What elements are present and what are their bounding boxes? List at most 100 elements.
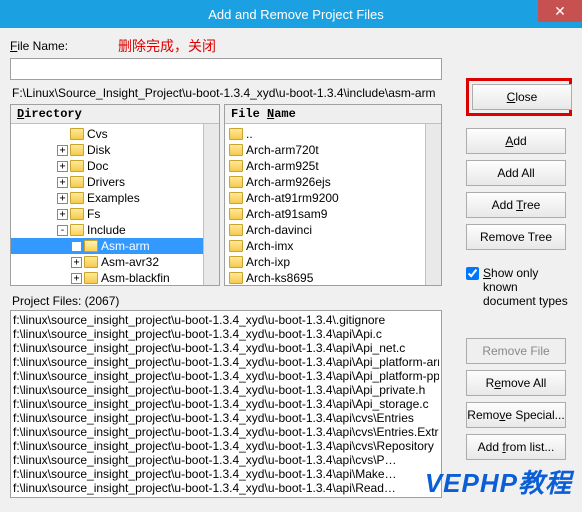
- file-item-label: Arch-arm926ejs: [246, 175, 331, 189]
- tree-item[interactable]: Cvs: [11, 126, 203, 142]
- file-item-label: Arch-imx: [246, 239, 293, 253]
- close-button[interactable]: Close: [472, 84, 572, 110]
- project-file-item[interactable]: f:\linux\source_insight_project\u-boot-1…: [13, 453, 439, 467]
- file-scrollbar[interactable]: [425, 124, 441, 285]
- project-file-item[interactable]: f:\linux\source_insight_project\u-boot-1…: [13, 327, 439, 341]
- project-file-item[interactable]: f:\linux\source_insight_project\u-boot-1…: [13, 397, 439, 411]
- show-known-types-checkbox[interactable]: [466, 267, 479, 280]
- expand-icon[interactable]: +: [57, 209, 68, 220]
- expand-icon[interactable]: +: [71, 257, 82, 268]
- folder-icon: [70, 192, 84, 204]
- watermark: VEPHP教程: [425, 463, 572, 500]
- folder-icon: [229, 144, 243, 156]
- tree-item-label: Examples: [87, 191, 140, 205]
- project-files-list[interactable]: f:\linux\source_insight_project\u-boot-1…: [10, 310, 442, 498]
- file-header[interactable]: File Name: [225, 105, 441, 124]
- annotation-text: 删除完成，关闭: [118, 36, 216, 56]
- file-item-label: Arch-arm925t: [246, 159, 319, 173]
- project-file-item[interactable]: f:\linux\source_insight_project\u-boot-1…: [13, 467, 439, 481]
- file-item[interactable]: Arch-at91rm9200: [225, 190, 425, 206]
- project-file-item[interactable]: f:\linux\source_insight_project\u-boot-1…: [13, 425, 439, 439]
- close-highlight: Close: [466, 78, 572, 116]
- project-file-item[interactable]: f:\linux\source_insight_project\u-boot-1…: [13, 341, 439, 355]
- expand-icon[interactable]: +: [71, 273, 82, 284]
- tree-item-label: Cvs: [87, 127, 108, 141]
- project-file-item[interactable]: f:\linux\source_insight_project\u-boot-1…: [13, 313, 439, 327]
- remove-special-button[interactable]: Remove Special...: [466, 402, 566, 428]
- add-tree-button[interactable]: Add Tree: [466, 192, 566, 218]
- tree-item[interactable]: + Asm-blackfin: [11, 270, 203, 285]
- file-item[interactable]: Arch-davinci: [225, 222, 425, 238]
- file-item-label: Arch-ixp: [246, 255, 290, 269]
- file-item[interactable]: Arch-arm925t: [225, 158, 425, 174]
- add-from-list-button[interactable]: Add from list...: [466, 434, 566, 460]
- directory-pane: Directory Cvs+Disk+Doc+Drivers+Examples+…: [10, 104, 220, 286]
- tree-item-label: Asm-blackfin: [101, 271, 170, 285]
- tree-item[interactable]: + Asm-avr32: [11, 254, 203, 270]
- tree-item[interactable]: - Include: [11, 222, 203, 238]
- tree-item[interactable]: + Asm-arm: [11, 238, 203, 254]
- file-item[interactable]: Arch-arm720t: [225, 142, 425, 158]
- file-item[interactable]: Arch-arm926ejs: [225, 174, 425, 190]
- expand-icon[interactable]: +: [57, 177, 68, 188]
- tree-item-label: Doc: [87, 159, 108, 173]
- collapse-icon[interactable]: -: [57, 225, 68, 236]
- file-item[interactable]: ..: [225, 126, 425, 142]
- tree-item[interactable]: +Drivers: [11, 174, 203, 190]
- show-known-types-label: Show only known document types: [483, 266, 572, 308]
- add-button[interactable]: Add: [466, 128, 566, 154]
- project-file-item[interactable]: f:\linux\source_insight_project\u-boot-1…: [13, 481, 439, 495]
- file-item[interactable]: Arch-imx: [225, 238, 425, 254]
- title-bar: Add and Remove Project Files ✕: [0, 0, 582, 28]
- project-file-item[interactable]: f:\linux\source_insight_project\u-boot-1…: [13, 439, 439, 453]
- folder-icon: [229, 208, 243, 220]
- tree-item[interactable]: + Fs: [11, 206, 203, 222]
- file-name-input[interactable]: [10, 58, 442, 80]
- file-item-label: Arch-arm720t: [246, 143, 319, 157]
- tree-item[interactable]: +Disk: [11, 142, 203, 158]
- folder-icon: [229, 160, 243, 172]
- expand-icon[interactable]: +: [57, 161, 68, 172]
- remove-tree-button[interactable]: Remove Tree: [466, 224, 566, 250]
- project-file-item[interactable]: f:\linux\source_insight_project\u-boot-1…: [13, 355, 439, 369]
- file-item[interactable]: Arch-at91sam9: [225, 206, 425, 222]
- add-all-button[interactable]: Add All: [466, 160, 566, 186]
- dialog-client: File Name: 删除完成，关闭 F:\Linux\Source_Insig…: [0, 28, 582, 512]
- file-item-label: ..: [246, 127, 253, 141]
- folder-icon: [84, 272, 98, 284]
- project-file-item[interactable]: f:\linux\source_insight_project\u-boot-1…: [13, 383, 439, 397]
- file-item-label: Arch-at91sam9: [246, 207, 327, 221]
- tree-item[interactable]: + Examples: [11, 190, 203, 206]
- tree-item-label: Asm-avr32: [101, 255, 159, 269]
- folder-icon: [229, 176, 243, 188]
- folder-icon: [70, 128, 84, 140]
- tree-item-label: Include: [87, 223, 126, 237]
- file-list[interactable]: .. Arch-arm720t Arch-arm925t Arch-arm926ejs…: [225, 124, 425, 285]
- file-item-label: Arch-at91rm9200: [246, 191, 339, 205]
- project-file-item[interactable]: f:\linux\source_insight_project\u-boot-1…: [13, 369, 439, 383]
- file-item-label: Arch-ks8695: [246, 271, 313, 285]
- tree-item[interactable]: + Doc: [11, 158, 203, 174]
- directory-tree[interactable]: Cvs+Disk+Doc+Drivers+Examples+Fs-Include…: [11, 124, 203, 285]
- file-pane: File Name .. Arch-arm720t Arch-arm925t Arch…: [224, 104, 442, 286]
- expand-icon[interactable]: +: [57, 193, 68, 204]
- folder-icon: [229, 224, 243, 236]
- file-item[interactable]: Arch-ixp: [225, 254, 425, 270]
- project-file-item[interactable]: f:\linux\source insight project\u-boot-1…: [13, 495, 439, 498]
- directory-scrollbar[interactable]: [203, 124, 219, 285]
- remove-file-button[interactable]: Remove File: [466, 338, 566, 364]
- folder-icon: [229, 128, 243, 140]
- folder-icon: [70, 208, 84, 220]
- expand-icon[interactable]: +: [57, 145, 68, 156]
- expand-icon[interactable]: +: [71, 241, 82, 252]
- close-window-button[interactable]: ✕: [538, 0, 582, 22]
- file-name-label: File Name:: [10, 39, 68, 53]
- tree-item-label: Fs: [87, 207, 100, 221]
- remove-all-button[interactable]: Remove All: [466, 370, 566, 396]
- current-path: F:\Linux\Source_Insight_Project\u-boot-1…: [12, 86, 442, 100]
- folder-icon: [70, 160, 84, 172]
- project-file-item[interactable]: f:\linux\source_insight_project\u-boot-1…: [13, 411, 439, 425]
- directory-header[interactable]: Directory: [11, 105, 219, 124]
- file-item[interactable]: Arch-ks8695: [225, 270, 425, 285]
- tree-item-label: Asm-arm: [101, 239, 150, 253]
